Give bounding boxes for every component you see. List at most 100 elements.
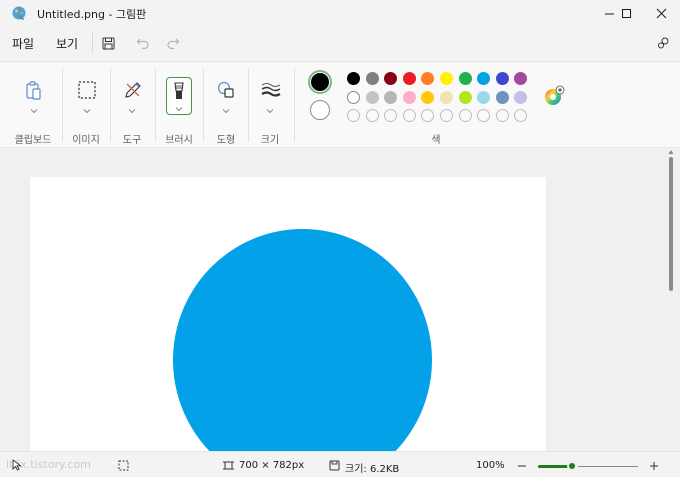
- color-swatch[interactable]: [440, 72, 453, 85]
- primary-color-fill: [311, 73, 329, 91]
- group-label-clipboard: 클립보드: [14, 135, 52, 146]
- color-swatch[interactable]: [495, 90, 509, 104]
- color-swatch[interactable]: [384, 72, 398, 85]
- close-icon: [656, 8, 666, 18]
- chevron-down-icon[interactable]: [222, 108, 230, 114]
- color-swatch[interactable]: [440, 90, 453, 104]
- zoom-slider-track[interactable]: [578, 466, 638, 467]
- chevron-down-icon[interactable]: [128, 108, 136, 114]
- clipboard-button[interactable]: [22, 62, 46, 102]
- color-swatch[interactable]: [514, 72, 528, 85]
- group-label-size: 크기: [260, 135, 280, 146]
- settings-button[interactable]: [654, 34, 672, 52]
- custom-color-slot[interactable]: [514, 109, 528, 123]
- shapes-icon: [217, 81, 234, 98]
- cursor-position-icon: [12, 459, 22, 471]
- color-swatch[interactable]: [477, 72, 491, 85]
- custom-color-slot[interactable]: [402, 109, 416, 123]
- scroll-up-icon[interactable]: [668, 149, 674, 155]
- color-swatch[interactable]: [365, 72, 379, 85]
- group-label-image: 이미지: [72, 135, 100, 146]
- undo-button[interactable]: [134, 34, 152, 52]
- stroke-size-icon: [261, 83, 281, 97]
- brushes-button[interactable]: [166, 77, 192, 115]
- group-label-colors: 색: [431, 135, 441, 146]
- color-swatch[interactable]: [347, 72, 360, 85]
- paint-app-icon: [12, 6, 26, 20]
- menu-view[interactable]: 보기: [56, 35, 78, 52]
- color-swatch[interactable]: [421, 90, 435, 104]
- pencil-icon: [125, 82, 141, 98]
- shapes-button[interactable]: [214, 62, 238, 102]
- canvas-viewport[interactable]: [0, 149, 680, 451]
- size-button[interactable]: [258, 62, 282, 102]
- custom-color-slot[interactable]: [495, 109, 509, 123]
- close-button[interactable]: [644, 0, 678, 26]
- clipboard-icon: [26, 81, 41, 100]
- selection-size-icon: [118, 460, 129, 471]
- color-swatch[interactable]: [421, 72, 435, 85]
- primary-color[interactable]: [308, 70, 332, 94]
- color-swatch[interactable]: [458, 90, 472, 104]
- menu-separator: [92, 33, 93, 53]
- color-wheel-icon[interactable]: [543, 85, 565, 107]
- group-separator: [294, 68, 295, 142]
- zoom-slider-thumb[interactable]: [567, 461, 577, 471]
- custom-color-slot[interactable]: [347, 109, 360, 123]
- group-label-shapes: 도형: [216, 135, 236, 146]
- save-button[interactable]: [99, 34, 117, 52]
- blue-circle-shape: [173, 229, 432, 451]
- custom-color-slot[interactable]: [421, 109, 435, 123]
- save-icon: [102, 37, 114, 49]
- color-swatch[interactable]: [402, 72, 416, 85]
- maximize-button[interactable]: [609, 0, 643, 26]
- group-label-brushes: 브러시: [165, 135, 193, 146]
- color-swatch[interactable]: [477, 90, 491, 104]
- custom-color-slot[interactable]: [458, 109, 472, 123]
- secondary-color[interactable]: [310, 100, 330, 120]
- custom-color-slot[interactable]: [477, 109, 491, 123]
- group-separator: [62, 68, 63, 142]
- file-size: 크기: 6.2KB: [345, 464, 400, 475]
- menu-file[interactable]: 파일: [12, 35, 34, 52]
- undo-icon: [136, 38, 149, 50]
- chevron-down-icon: [175, 107, 183, 112]
- group-label-tools: 도구: [122, 135, 142, 146]
- menu-bar: 파일 보기: [0, 30, 680, 56]
- color-swatch[interactable]: [347, 90, 360, 104]
- zoom-level: 100%: [476, 460, 505, 471]
- settings-icon: [658, 37, 669, 49]
- color-swatch[interactable]: [495, 72, 509, 85]
- custom-color-slot[interactable]: [365, 109, 379, 123]
- tools-button[interactable]: [121, 62, 145, 102]
- ribbon-toolbar: 클립보드 이미지 도구 브러시 도형 크기 색: [0, 61, 680, 148]
- group-separator: [248, 68, 249, 142]
- title-bar: Untitled.png - 그림판: [0, 0, 680, 26]
- custom-color-slot[interactable]: [384, 109, 398, 123]
- color-swatch[interactable]: [402, 90, 416, 104]
- redo-icon: [167, 38, 180, 50]
- file-size-icon: [329, 460, 340, 471]
- zoom-out-icon[interactable]: [517, 461, 527, 471]
- chevron-down-icon[interactable]: [30, 108, 38, 114]
- selection-icon: [78, 81, 96, 99]
- drawing-canvas[interactable]: [30, 177, 546, 451]
- canvas-dimensions: 700 × 782px: [239, 460, 305, 471]
- vertical-scrollbar[interactable]: [669, 157, 673, 291]
- custom-color-slot[interactable]: [440, 109, 453, 123]
- zoom-in-icon[interactable]: [649, 461, 659, 471]
- canvas-size-icon: [223, 461, 234, 470]
- window-title: Untitled.png - 그림판: [37, 8, 147, 21]
- color-swatch[interactable]: [384, 90, 398, 104]
- chevron-down-icon[interactable]: [83, 108, 91, 114]
- color-swatch[interactable]: [514, 90, 528, 104]
- group-separator: [203, 68, 204, 142]
- redo-button[interactable]: [164, 34, 182, 52]
- status-bar: itfix.tistory.com 700 × 782px 크기: 6.2KB …: [0, 451, 680, 477]
- chevron-down-icon[interactable]: [266, 108, 274, 114]
- select-button[interactable]: [75, 62, 99, 102]
- brush-icon: [174, 82, 184, 99]
- color-swatch[interactable]: [365, 90, 379, 104]
- group-separator: [110, 68, 111, 142]
- color-swatch[interactable]: [458, 72, 472, 85]
